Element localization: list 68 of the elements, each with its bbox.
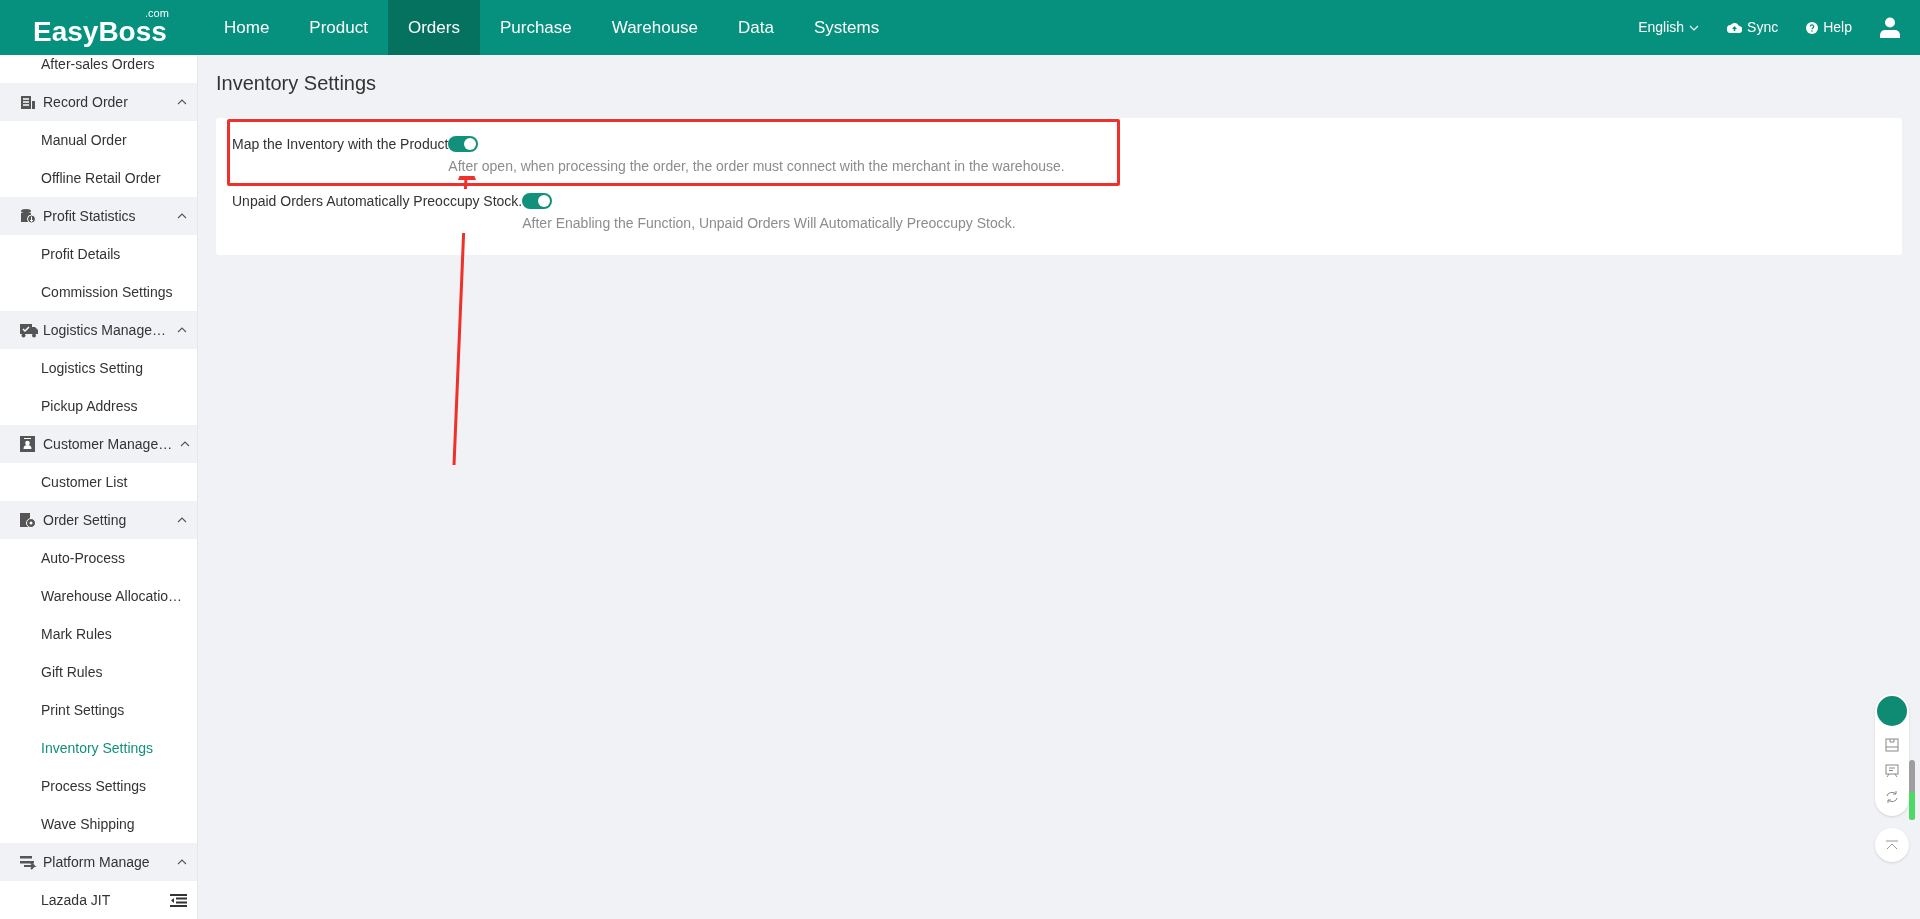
sidebar-item[interactable]: Lazada JIT — [41, 889, 111, 911]
sidebar-item[interactable]: Inventory Settings — [0, 729, 197, 767]
toggle-switch[interactable] — [522, 193, 553, 209]
sidebar-item[interactable]: Warehouse Allocatio… — [0, 577, 197, 615]
nav-tab[interactable]: Purchase — [479, 0, 592, 55]
truck-icon — [20, 322, 38, 338]
group-label: Logistics Manage… — [43, 320, 166, 340]
refresh-icon[interactable] — [1885, 790, 1899, 804]
sidebar-group-header[interactable]: Profit Statistics — [0, 197, 197, 235]
chevron-up-icon — [177, 517, 187, 523]
nav-tab[interactable]: Home — [204, 0, 290, 55]
sidebar-group-header[interactable]: Customer Manage… — [0, 425, 197, 463]
sidebar-item[interactable]: After-sales Orders — [0, 55, 197, 83]
box-icon[interactable] — [1885, 738, 1899, 752]
sidebar-item[interactable]: Logistics Setting — [0, 349, 197, 387]
sidebar-item[interactable]: Mark Rules — [0, 615, 197, 653]
coins-icon — [20, 208, 36, 224]
group-label: Record Order — [43, 92, 128, 112]
language-dropdown[interactable]: English — [1638, 17, 1700, 38]
arrow-up-icon — [1885, 840, 1899, 850]
chevron-up-icon — [177, 99, 187, 105]
group-label: Customer Manage… — [43, 434, 173, 454]
document-list-icon — [20, 94, 36, 110]
setting-description: After open, when processing the order, the order must connect with the merchant in the warehouse. — [448, 156, 1065, 176]
sidebar-item[interactable]: Commission Settings — [0, 273, 197, 311]
page-title: Inventory Settings — [216, 71, 378, 96]
sidebar-item[interactable]: Offline Retail Order — [0, 159, 197, 197]
sidebar-item[interactable]: Auto-Process — [0, 539, 197, 577]
sidebar-item[interactable]: Print Settings — [0, 691, 197, 729]
sidebar-item[interactable]: Gift Rules — [0, 653, 197, 691]
nav-tab[interactable]: Data — [718, 0, 794, 55]
help-button[interactable]: Help — [1806, 17, 1852, 38]
chevron-up-icon — [177, 213, 187, 219]
contact-card-icon — [20, 436, 35, 452]
sidebar-group-header[interactable]: Record Order — [0, 83, 197, 121]
nav-tab[interactable]: Product — [289, 0, 388, 55]
collapse-menu-icon[interactable] — [170, 893, 187, 907]
cloud-upload-icon — [1727, 22, 1743, 33]
sidebar-group-header[interactable]: Logistics Manage… — [0, 311, 197, 349]
group-label: Platform Manage — [43, 852, 150, 872]
scrollbar — [1909, 760, 1915, 820]
group-label: Order Setting — [43, 510, 127, 530]
toggle-switch[interactable] — [448, 136, 479, 152]
nav-tab[interactable]: Warehouse — [591, 0, 719, 55]
help-icon — [1806, 21, 1819, 34]
sidebar-item[interactable]: Manual Order — [0, 121, 197, 159]
sidebar-group-header[interactable]: Order Setting — [0, 501, 197, 539]
document-gear-icon — [20, 512, 36, 528]
presentation-board-icon[interactable] — [1885, 764, 1899, 778]
logo[interactable]: EasyBoss .com — [33, 7, 169, 48]
sidebar-item[interactable]: Wave Shipping — [0, 805, 197, 843]
chevron-up-icon — [177, 327, 187, 333]
assistant-avatar[interactable] — [1877, 696, 1907, 726]
group-label: Profit Statistics — [43, 206, 136, 226]
transfer-icon — [20, 854, 38, 870]
sync-button[interactable]: Sync — [1727, 17, 1779, 38]
chevron-up-icon — [177, 859, 187, 865]
setting-label: Unpaid Orders Automatically Preoccupy Stock. — [232, 189, 523, 233]
sidebar-item[interactable]: Pickup Address — [0, 387, 197, 425]
user-icon[interactable] — [1880, 17, 1900, 38]
sidebar-group-header[interactable]: Platform Manage — [0, 843, 197, 881]
sidebar-item[interactable]: Process Settings — [0, 767, 197, 805]
sidebar-item[interactable]: Customer List — [0, 463, 197, 501]
nav-tab[interactable]: Systems — [794, 0, 900, 55]
sidebar-item[interactable]: Profit Details — [0, 235, 197, 273]
nav-tab[interactable]: Orders — [387, 0, 480, 55]
chevron-up-icon — [180, 441, 191, 447]
chevron-down-icon — [1689, 24, 1700, 31]
